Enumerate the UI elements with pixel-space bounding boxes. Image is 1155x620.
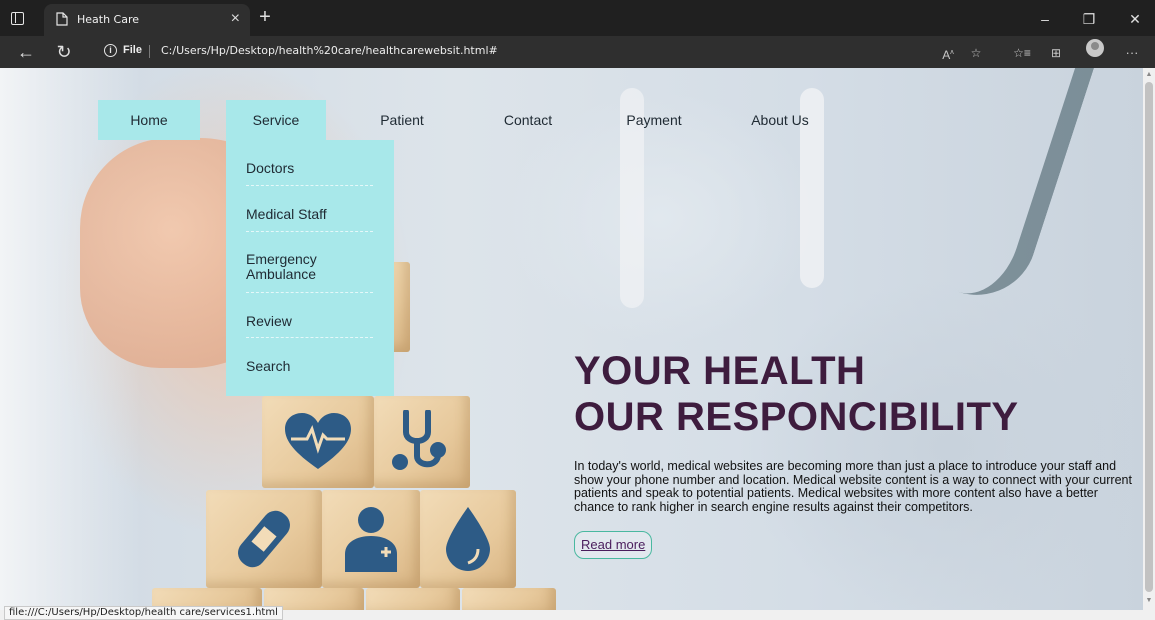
menu-item-medical-staff[interactable]: Medical Staff <box>246 186 373 232</box>
read-aloud-icon[interactable]: Aʌ <box>938 44 958 62</box>
url-text[interactable]: C:/Users/Hp/Desktop/health%20care/health… <box>161 44 498 57</box>
url-scheme-label: File <box>123 44 142 56</box>
page-icon <box>56 12 68 26</box>
nav-contact[interactable]: Contact <box>478 100 578 140</box>
vertical-scrollbar[interactable]: ▲ ▼ <box>1143 68 1155 610</box>
menu-item-label: Medical Staff <box>246 206 327 222</box>
nav-payment[interactable]: Payment <box>604 100 704 140</box>
browser-tab-strip: Heath Care × + – ❐ ✕ <box>0 0 1155 36</box>
favorites-icon[interactable]: ☆≡ <box>1012 44 1032 62</box>
nav-service-label: Service <box>252 112 300 128</box>
close-window-button[interactable]: ✕ <box>1120 8 1150 30</box>
hero-title-line-1: YOUR HEALTH <box>574 349 866 393</box>
wooden-block <box>366 588 460 610</box>
background-image <box>958 68 1102 311</box>
browser-tab[interactable]: Heath Care × <box>44 4 250 36</box>
heart-block <box>262 396 374 488</box>
page-viewport: Home Service Patient Contact Payment Abo… <box>0 68 1143 610</box>
status-link-preview: file:///C:/Users/Hp/Desktop/health care/… <box>4 606 283 620</box>
new-tab-button[interactable]: + <box>254 6 276 28</box>
nav-about-us[interactable]: About Us <box>730 100 830 140</box>
profile-avatar[interactable] <box>1086 39 1104 57</box>
collections-icon[interactable]: ⊞ <box>1046 44 1066 62</box>
read-more-button[interactable]: Read more <box>574 531 653 559</box>
favorite-add-icon[interactable]: ☆ <box>966 44 986 62</box>
wooden-block <box>462 588 556 610</box>
back-icon[interactable]: ← <box>14 41 38 63</box>
menu-item-label: Review <box>246 313 292 329</box>
hero-title-line-2: OUR RESPONCIBILITY <box>574 395 1019 439</box>
menu-item-doctors[interactable]: Doctors <box>246 140 373 186</box>
menu-item-label: Emergency Ambulance <box>246 251 317 282</box>
nav-about-us-label: About Us <box>751 112 809 128</box>
nav-patient[interactable]: Patient <box>352 100 452 140</box>
more-icon[interactable]: ··· <box>1122 44 1142 62</box>
minimize-button[interactable]: – <box>1030 8 1060 30</box>
address-toolbar: ← ↻ i File C:/Users/Hp/Desktop/health%20… <box>0 36 1155 68</box>
menu-item-search[interactable]: Search <box>246 338 373 384</box>
service-dropdown-menu: Doctors Medical Staff Emergency Ambulanc… <box>226 140 394 396</box>
info-icon[interactable]: i <box>104 44 117 57</box>
restore-button[interactable]: ❐ <box>1074 8 1104 30</box>
scrollbar-thumb[interactable] <box>1145 82 1153 592</box>
menu-item-label: Search <box>246 358 291 374</box>
nav-patient-label: Patient <box>380 112 424 128</box>
blood-drop-icon <box>446 507 490 571</box>
refresh-icon[interactable]: ↻ <box>52 41 76 63</box>
menu-item-review[interactable]: Review <box>246 293 373 338</box>
scroll-down-icon[interactable]: ▼ <box>1145 596 1153 606</box>
menu-item-emergency-ambulance[interactable]: Emergency Ambulance <box>246 232 373 293</box>
drop-block <box>420 490 516 588</box>
nav-service[interactable]: Service <box>226 100 326 140</box>
hero-title: YOUR HEALTH OUR RESPONCIBILITY <box>574 348 1019 440</box>
nav-contact-label: Contact <box>503 112 553 128</box>
menu-item-label: Doctors <box>246 160 295 176</box>
close-tab-icon[interactable]: × <box>231 9 240 29</box>
tab-actions-icon[interactable] <box>6 8 28 28</box>
tab-title: Heath Care <box>77 13 140 26</box>
scroll-up-icon[interactable]: ▲ <box>1145 70 1153 80</box>
url-divider <box>149 45 150 58</box>
heart-icon <box>285 413 351 469</box>
nav-home[interactable]: Home <box>98 100 200 140</box>
stethoscope-icon <box>392 410 446 470</box>
stethoscope-block <box>374 396 470 488</box>
doctor-icon <box>345 507 397 572</box>
nav-payment-label: Payment <box>626 112 682 128</box>
bandage-block <box>206 490 322 588</box>
nav-home-label: Home <box>130 112 168 128</box>
bandage-icon <box>238 510 290 568</box>
doctor-block <box>322 490 420 588</box>
hero-description: In today's world, medical websites are b… <box>574 459 1132 514</box>
